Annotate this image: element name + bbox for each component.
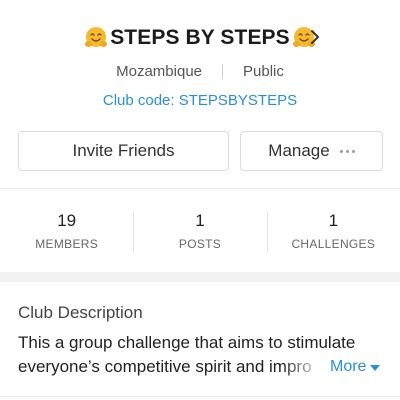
club-title: STEPS BY STEPS [110, 26, 290, 49]
invite-friends-label: Invite Friends [72, 141, 175, 160]
club-stats: 19 MEMBERS 1 POSTS 1 CHALLENGES [0, 190, 400, 270]
more-label: More [330, 358, 367, 375]
hugging-face-icon [84, 26, 108, 50]
stat-members[interactable]: 19 MEMBERS [0, 190, 133, 270]
chevron-right-icon[interactable] [307, 27, 323, 47]
club-code[interactable]: Club code: STEPSBYSTEPS [0, 92, 400, 109]
stat-label: MEMBERS [35, 237, 99, 251]
stat-value: 1 [195, 211, 205, 230]
bottom-divider [0, 396, 400, 397]
stat-value: 1 [328, 211, 339, 230]
invite-friends-button[interactable]: Invite Friends [18, 131, 229, 171]
club-header[interactable]: STEPS BY STEPS [0, 18, 400, 58]
more-dots-icon [339, 149, 355, 153]
stat-posts[interactable]: 1 POSTS [133, 190, 266, 270]
club-title-wrap: STEPS BY STEPS [84, 26, 316, 50]
manage-label: Manage [268, 141, 330, 160]
club-meta: Mozambique Public [0, 60, 400, 82]
section-separator [0, 272, 400, 282]
club-visibility: Public [243, 62, 284, 80]
divider [0, 188, 400, 189]
stat-value: 19 [57, 211, 77, 230]
stat-challenges[interactable]: 1 CHALLENGES [266, 190, 400, 270]
stat-label: POSTS [178, 237, 222, 251]
caret-down-icon [369, 361, 381, 373]
more-link[interactable]: More [329, 356, 382, 378]
description-heading: Club Description [18, 303, 143, 322]
club-details-screen: STEPS BY STEPS Mozambique Public Club co… [0, 0, 400, 400]
description-fade [282, 355, 330, 379]
manage-button[interactable]: Manage [240, 131, 383, 171]
stat-label: CHALLENGES [291, 237, 376, 251]
club-location: Mozambique [116, 62, 203, 80]
meta-divider [222, 63, 224, 79]
